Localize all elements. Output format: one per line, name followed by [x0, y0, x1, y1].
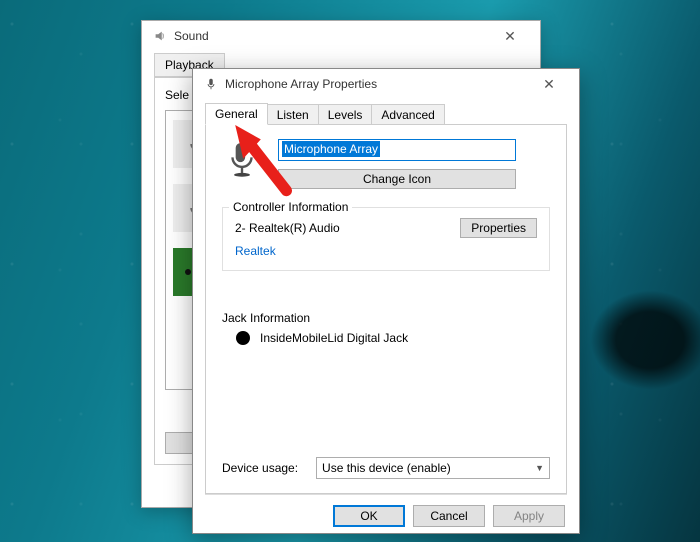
ok-button[interactable]: OK	[333, 505, 405, 527]
device-large-icon	[222, 139, 262, 179]
chevron-down-icon: ▼	[535, 463, 544, 473]
jack-name: InsideMobileLid Digital Jack	[260, 331, 408, 345]
change-icon-button[interactable]: Change Icon	[278, 169, 516, 189]
device-name-input[interactable]: Microphone Array	[278, 139, 516, 161]
device-usage-dropdown[interactable]: Use this device (enable) ▼	[316, 457, 550, 479]
device-usage-label: Device usage:	[222, 461, 298, 475]
cancel-button[interactable]: Cancel	[413, 505, 485, 527]
tab-advanced[interactable]: Advanced	[371, 104, 444, 126]
controller-properties-button[interactable]: Properties	[460, 218, 537, 238]
apply-button[interactable]: Apply	[493, 505, 565, 527]
controller-vendor-link[interactable]: Realtek	[235, 244, 276, 258]
jack-color-icon	[236, 331, 250, 345]
general-panel: Microphone Array Change Icon Controller …	[205, 124, 567, 494]
sound-title: Sound	[174, 29, 490, 43]
sound-titlebar[interactable]: Sound ✕	[142, 21, 540, 51]
tab-general[interactable]: General	[205, 103, 268, 125]
controller-name: 2- Realtek(R) Audio	[235, 221, 340, 235]
device-name-text: Microphone Array	[282, 141, 380, 157]
tab-levels[interactable]: Levels	[318, 104, 373, 126]
close-icon[interactable]: ✕	[529, 76, 569, 93]
controller-group-label: Controller Information	[229, 200, 352, 214]
microphone-icon	[203, 76, 219, 92]
props-tabs: General Listen Levels Advanced	[205, 103, 567, 125]
properties-window: Microphone Array Properties ✕ General Li…	[192, 68, 580, 534]
tab-listen[interactable]: Listen	[267, 104, 319, 126]
controller-info-group: Controller Information 2- Realtek(R) Aud…	[222, 207, 550, 271]
jack-group-label: Jack Information	[222, 311, 550, 325]
select-label-real: Sele	[165, 88, 189, 102]
props-title: Microphone Array Properties	[225, 77, 529, 91]
speaker-icon	[152, 28, 168, 44]
props-titlebar[interactable]: Microphone Array Properties ✕	[193, 69, 579, 99]
jack-info-group: Jack Information InsideMobileLid Digital…	[222, 311, 550, 345]
close-icon[interactable]: ✕	[490, 28, 530, 45]
device-usage-value: Use this device (enable)	[322, 461, 451, 475]
